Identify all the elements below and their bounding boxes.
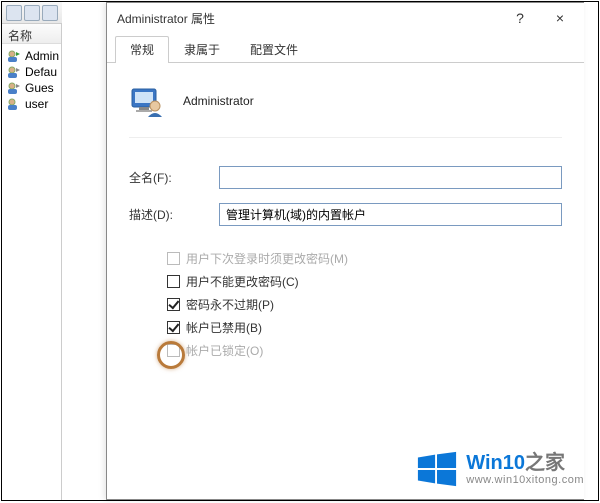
description-input[interactable] — [219, 203, 562, 226]
user-icon — [6, 65, 22, 79]
users-tree: Admini Defau Gues user — [2, 44, 61, 116]
checkbox-group: 用户下次登录时须更改密码(M) 用户不能更改密码(C) 密码永不过期(P) 帐户… — [129, 250, 562, 359]
list-item-label: user — [25, 97, 48, 111]
checkbox-icon — [167, 275, 180, 288]
checkbox-label: 用户不能更改密码(C) — [186, 273, 299, 290]
tab-general[interactable]: 常规 — [115, 36, 169, 62]
toolbar-icon — [42, 5, 58, 21]
user-avatar-icon — [129, 83, 165, 119]
check-must-change-pwd: 用户下次登录时须更改密码(M) — [167, 250, 562, 267]
list-item[interactable]: Gues — [4, 80, 59, 96]
list-item[interactable]: Admini — [4, 48, 59, 64]
dialog-title: Administrator 属性 — [117, 10, 500, 27]
list-item[interactable]: Defau — [4, 64, 59, 80]
checkbox-label: 用户下次登录时须更改密码(M) — [186, 250, 348, 267]
titlebar: Administrator 属性 ? × — [107, 3, 584, 33]
background-toolbar — [2, 2, 62, 24]
tab-strip: 常规 隶属于 配置文件 — [107, 33, 584, 63]
checkbox-label: 帐户已锁定(O) — [186, 342, 263, 359]
check-cannot-change-pwd[interactable]: 用户不能更改密码(C) — [167, 273, 562, 290]
check-account-disabled[interactable]: 帐户已禁用(B) — [167, 319, 562, 336]
toolbar-icon — [6, 5, 22, 21]
identity-row: Administrator — [129, 77, 562, 138]
tab-profile[interactable]: 配置文件 — [235, 36, 313, 62]
checkbox-icon — [167, 298, 180, 311]
checkbox-label: 帐户已禁用(B) — [186, 319, 262, 336]
close-button[interactable]: × — [540, 4, 580, 32]
watermark-url: www.win10xitong.com — [466, 474, 584, 486]
user-icon — [6, 97, 22, 111]
properties-dialog: Administrator 属性 ? × 常规 隶属于 配置文件 — [106, 2, 584, 500]
checkbox-label: 密码永不过期(P) — [186, 296, 274, 313]
fullname-label: 全名(F): — [129, 169, 219, 186]
list-item-label: Gues — [25, 81, 54, 95]
checkbox-icon — [167, 321, 180, 334]
list-item-label: Defau — [25, 65, 57, 79]
help-button[interactable]: ? — [500, 4, 540, 32]
watermark: Win10之家 www.win10xitong.com — [416, 448, 584, 490]
checkbox-icon — [167, 252, 180, 265]
description-label: 描述(D): — [129, 206, 219, 223]
windows-logo-icon — [416, 448, 458, 490]
checkbox-icon — [167, 344, 180, 357]
tab-memberof[interactable]: 隶属于 — [169, 36, 235, 62]
list-item-label: Admini — [25, 49, 59, 63]
users-list-pane: 名称 Admini Defau Gues — [2, 24, 62, 500]
form: 全名(F): 描述(D): — [129, 166, 562, 226]
tab-body: Administrator 全名(F): 描述(D): 用户下次登录时须更改密码… — [107, 63, 584, 379]
check-pwd-never-expires[interactable]: 密码永不过期(P) — [167, 296, 562, 313]
user-icon — [6, 81, 22, 95]
user-icon — [6, 49, 22, 63]
fullname-input[interactable] — [219, 166, 562, 189]
column-header-name[interactable]: 名称 — [2, 24, 61, 44]
watermark-title: Win10之家 — [466, 452, 584, 474]
check-account-locked: 帐户已锁定(O) — [167, 342, 562, 359]
identity-name: Administrator — [183, 94, 254, 108]
toolbar-icon — [24, 5, 40, 21]
list-item[interactable]: user — [4, 96, 59, 112]
